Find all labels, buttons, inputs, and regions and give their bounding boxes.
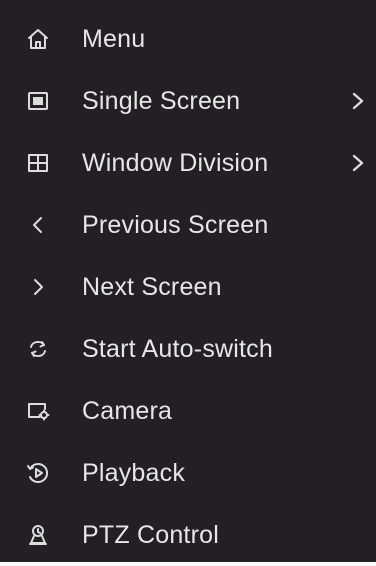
menu-item-single-screen[interactable]: Single Screen (0, 70, 376, 132)
menu-item-label: Start Auto-switch (82, 334, 273, 363)
menu-item-label: Camera (82, 396, 173, 425)
menu-item-next-screen[interactable]: Next Screen (0, 256, 376, 318)
home-icon (24, 25, 52, 53)
camera-icon (24, 397, 52, 425)
menu-item-camera[interactable]: Camera (0, 380, 376, 442)
menu-item-label: Next Screen (82, 272, 222, 301)
single-screen-icon (24, 87, 52, 115)
chevron-left-icon (24, 211, 52, 239)
menu-item-ptz-control[interactable]: PTZ Control (0, 504, 376, 566)
menu-item-label: Previous Screen (82, 210, 269, 239)
ptz-control-icon (24, 521, 52, 549)
menu-item-label: Playback (82, 458, 186, 487)
auto-switch-icon (24, 335, 52, 363)
submenu-arrow-icon (348, 150, 368, 176)
menu-item-label: Single Screen (82, 86, 241, 115)
submenu-arrow-icon (348, 88, 368, 114)
context-menu: Menu Single Screen Window Division Previ… (0, 0, 376, 562)
menu-item-window-division[interactable]: Window Division (0, 132, 376, 194)
menu-item-label: Window Division (82, 148, 269, 177)
menu-item-label: PTZ Control (82, 520, 219, 549)
playback-icon (24, 459, 52, 487)
menu-item-label: Menu (82, 24, 146, 53)
menu-item-menu[interactable]: Menu (0, 8, 376, 70)
window-division-icon (24, 149, 52, 177)
menu-item-playback[interactable]: Playback (0, 442, 376, 504)
menu-item-start-auto-switch[interactable]: Start Auto-switch (0, 318, 376, 380)
menu-item-previous-screen[interactable]: Previous Screen (0, 194, 376, 256)
chevron-right-icon (24, 273, 52, 301)
